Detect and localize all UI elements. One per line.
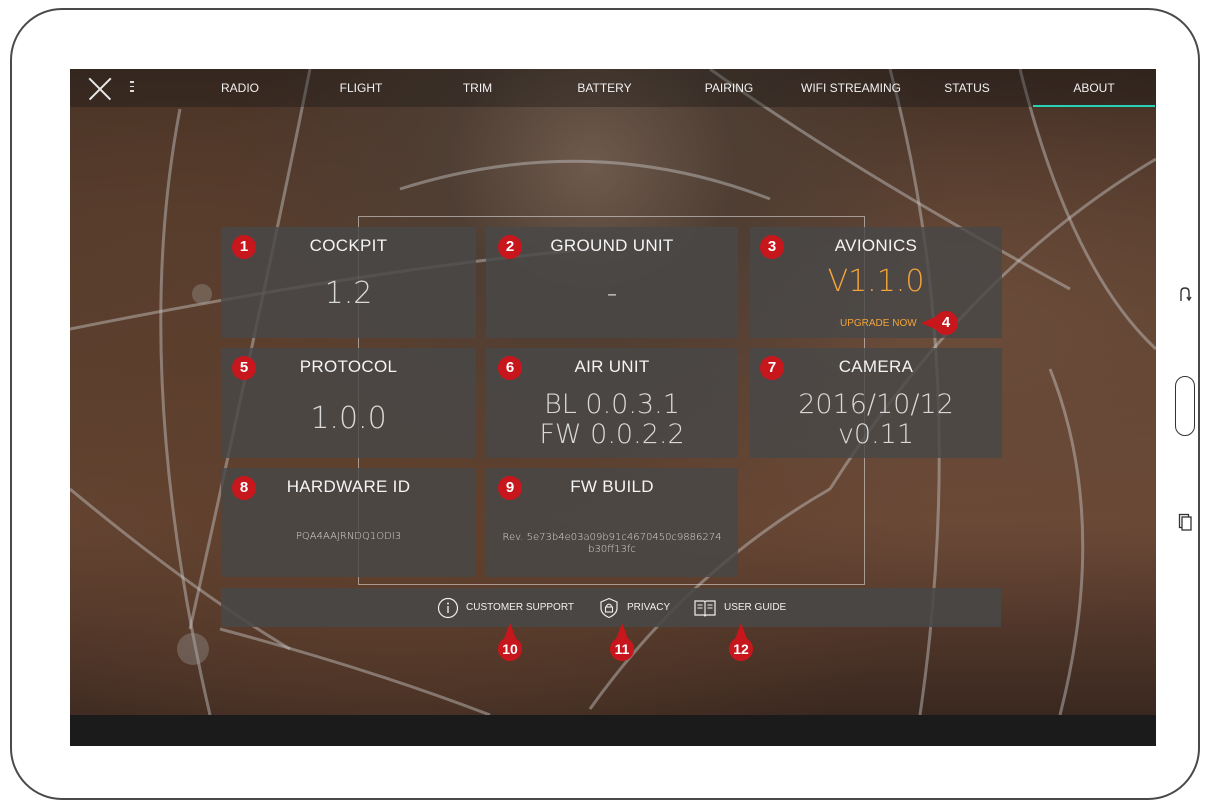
card-title: HARDWARE ID — [286, 477, 411, 496]
card-title: PROTOCOL — [299, 357, 398, 376]
tab-pairing[interactable]: PAIRING — [693, 69, 765, 107]
top-nav: RADIO FLIGHT TRIM BATTERY PAIRING WIFI S… — [70, 69, 1156, 107]
fw-build-rev-line1: Rev. 5e73b4e03a09b91c4670450c9886274 — [502, 532, 722, 543]
callout-badge-5: 5 — [232, 356, 256, 380]
card-title: FW BUILD — [570, 477, 654, 496]
tab-trim[interactable]: TRIM — [450, 69, 505, 107]
ground-unit-version: - — [606, 276, 618, 311]
cockpit-version: 1.2 — [324, 276, 373, 311]
camera-date: 2016/10/12 — [798, 389, 954, 420]
card-title: COCKPIT — [309, 236, 388, 255]
air-unit-bl-version: BL 0.0.3.1 — [544, 389, 680, 420]
callout-badge-11: 11 — [610, 637, 634, 661]
user-guide-link[interactable]: USER GUIDE — [693, 588, 786, 627]
tab-about[interactable]: ABOUT — [1033, 69, 1155, 107]
callout-badge-4: 4 — [934, 311, 958, 335]
card-avionics: AVIONICS V1.1.0 UPGRADE NOW — [750, 227, 1002, 338]
card-title: AIR UNIT — [574, 357, 650, 376]
customer-support-label: CUSTOMER SUPPORT — [466, 602, 574, 613]
card-title: AVIONICS — [834, 236, 918, 255]
hardware-id-value: PQA4AAJRNDQ1ODI3 — [295, 531, 402, 542]
card-air-unit: AIR UNIT BL 0.0.3.1 FW 0.0.2.2 — [486, 348, 738, 458]
card-fw-build: FW BUILD Rev. 5e73b4e03a09b91c4670450c98… — [486, 468, 738, 577]
card-title: CAMERA — [838, 357, 914, 376]
card-protocol: PROTOCOL 1.0.0 — [221, 348, 476, 458]
tab-status[interactable]: STATUS — [937, 69, 997, 107]
upgrade-now-link[interactable]: UPGRADE NOW — [840, 318, 917, 329]
menu-icon[interactable] — [130, 81, 134, 93]
bottom-bar — [70, 715, 1156, 746]
app-screen: RADIO FLIGHT TRIM BATTERY PAIRING WIFI S… — [70, 69, 1156, 746]
footer-links-bar: CUSTOMER SUPPORT PRIVACY USER GUIDE — [221, 588, 1001, 627]
fw-build-rev-line2: b30ff13fc — [588, 544, 636, 555]
customer-support-link[interactable]: CUSTOMER SUPPORT — [437, 588, 574, 627]
lock-shield-icon — [600, 597, 618, 618]
back-icon[interactable] — [1177, 285, 1193, 303]
camera-version: v0.11 — [837, 419, 915, 450]
card-cockpit: COCKPIT 1.2 — [221, 227, 476, 338]
callout-pointer-4 — [921, 317, 935, 329]
air-unit-fw-version: FW 0.0.2.2 — [539, 419, 685, 450]
card-camera: CAMERA 2016/10/12 v0.11 — [750, 348, 1002, 458]
card-hardware-id: HARDWARE ID PQA4AAJRNDQ1ODI3 — [221, 468, 476, 577]
close-icon[interactable] — [88, 77, 112, 101]
callout-badge-8: 8 — [232, 476, 256, 500]
callout-badge-6: 6 — [498, 356, 522, 380]
callout-badge-9: 9 — [498, 476, 522, 500]
callout-badge-2: 2 — [498, 235, 522, 259]
callout-badge-1: 1 — [232, 235, 256, 259]
tab-radio[interactable]: RADIO — [210, 69, 270, 107]
avionics-version: V1.1.0 — [827, 264, 925, 299]
home-button[interactable] — [1175, 376, 1195, 436]
privacy-label: PRIVACY — [627, 602, 671, 613]
callout-badge-3: 3 — [760, 235, 784, 259]
card-ground-unit: GROUND UNIT - — [486, 227, 738, 338]
tab-battery[interactable]: BATTERY — [567, 69, 642, 107]
callout-badge-12: 12 — [729, 637, 753, 661]
callout-badge-7: 7 — [760, 356, 784, 380]
card-title: GROUND UNIT — [550, 236, 674, 255]
recent-apps-icon[interactable] — [1178, 513, 1192, 531]
user-guide-label: USER GUIDE — [724, 602, 787, 613]
protocol-version: 1.0.0 — [310, 401, 387, 436]
callout-badge-10: 10 — [498, 637, 522, 661]
privacy-link[interactable]: PRIVACY — [598, 588, 670, 627]
info-icon — [437, 597, 459, 618]
tab-flight[interactable]: FLIGHT — [326, 69, 396, 107]
tab-wifi-streaming[interactable]: WIFI STREAMING — [796, 69, 906, 107]
book-icon — [694, 599, 716, 617]
